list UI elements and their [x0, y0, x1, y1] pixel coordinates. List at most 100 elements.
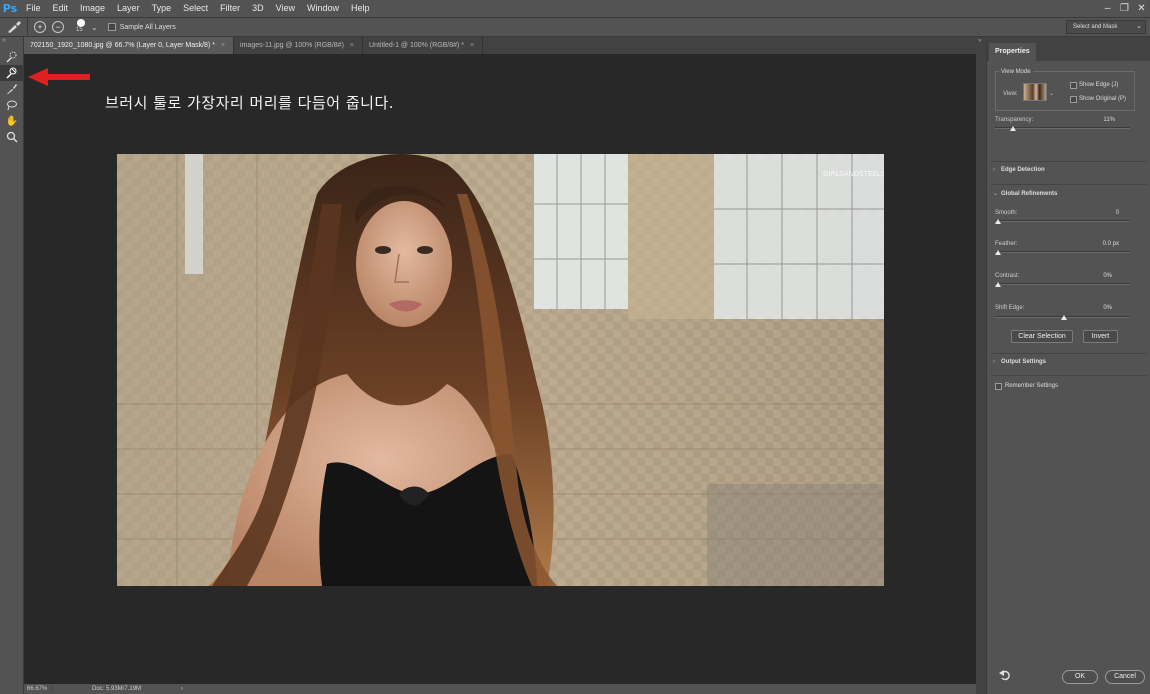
view-mode-thumbnail[interactable] [1023, 83, 1047, 101]
clear-selection-button[interactable]: Clear Selection [1011, 330, 1073, 343]
minimize-icon[interactable]: – [1099, 0, 1116, 17]
window-controls: – ❐ ✕ [1099, 0, 1150, 17]
tab-document-3[interactable]: Untitled-1 @ 100% (RGB/8#) * × [363, 37, 484, 54]
chevron-down-icon: ⌄ [1136, 23, 1142, 30]
chevron-right-icon: › [993, 359, 995, 365]
workspace-select[interactable]: Select and Mask ⌄ [1066, 20, 1146, 34]
tab-document-1[interactable]: 702150_1920_1080.jpg @ 66.7% (Layer 0, L… [24, 37, 235, 54]
collapse-panels-icon[interactable]: » [978, 38, 981, 44]
menu-view[interactable]: View [270, 0, 301, 17]
menu-file[interactable]: File [20, 0, 47, 17]
properties-header: Properties [987, 37, 1150, 61]
smooth-value[interactable]: 0 [1087, 210, 1119, 216]
document-canvas[interactable]: 브러시 툴로 가장자리 머리를 다듬어 줍니다. GIRLSANDSTEELS [24, 54, 976, 684]
cancel-button[interactable]: Cancel [1105, 670, 1145, 684]
divider [991, 353, 1147, 354]
global-refinements-section[interactable]: ⌄ Global Refinements [993, 190, 1057, 197]
close-tab-icon[interactable]: × [470, 42, 474, 49]
watermark-logo: GIRLSANDSTEELS [823, 170, 884, 178]
zoom-icon[interactable] [0, 129, 24, 145]
show-original-checkbox[interactable] [1070, 96, 1077, 103]
contrast-slider[interactable] [995, 283, 1130, 285]
shift-edge-label: Shift Edge: [995, 305, 1025, 311]
subtract-from-selection-icon[interactable]: − [52, 21, 64, 33]
tab-label: images-11.jpg @ 100% (RGB/8#) [240, 42, 344, 49]
divider [991, 161, 1147, 162]
show-edge-checkbox[interactable] [1070, 82, 1077, 89]
document-tabs: 702150_1920_1080.jpg @ 66.7% (Layer 0, L… [24, 37, 984, 54]
edge-detection-label: Edge Detection [1001, 167, 1045, 173]
view-mode-title: View Mode [999, 69, 1033, 75]
hand-icon[interactable]: ✋ [0, 113, 24, 129]
collapse-toggle-icon[interactable]: » [0, 37, 23, 49]
menu-help[interactable]: Help [345, 0, 376, 17]
chevron-right-icon: › [993, 167, 995, 173]
contrast-label: Contrast: [995, 273, 1020, 279]
close-icon[interactable]: ✕ [1133, 0, 1150, 17]
output-settings-section[interactable]: › Output Settings [993, 359, 1046, 365]
show-original-label: Show Original (P) [1079, 96, 1127, 102]
chevron-down-icon[interactable]: ⌄ [1049, 90, 1054, 97]
chevron-right-icon[interactable]: › [181, 686, 183, 692]
remember-settings-label: Remember Settings [1005, 383, 1059, 389]
shift-edge-slider-thumb[interactable] [1061, 315, 1067, 320]
menu-select[interactable]: Select [177, 0, 214, 17]
menu-image[interactable]: Image [74, 0, 111, 17]
feather-value[interactable]: 0.0 px [1087, 241, 1119, 247]
edge-detection-section[interactable]: › Edge Detection [993, 167, 1045, 173]
sample-all-layers-checkbox[interactable] [107, 23, 116, 31]
workspace-select-label: Select and Mask [1073, 24, 1118, 30]
close-tab-icon[interactable]: × [221, 42, 225, 49]
menu-window[interactable]: Window [301, 0, 345, 17]
restore-icon[interactable]: ❐ [1116, 0, 1133, 17]
quick-selection-brush-icon[interactable] [0, 49, 24, 65]
photoshop-logo-icon: Ps [2, 2, 18, 15]
photo-illustration: GIRLSANDSTEELS [117, 154, 884, 586]
invert-button[interactable]: Invert [1083, 330, 1118, 343]
status-bar: 66.67% Doc: 5.93M/7.19M › [24, 684, 984, 694]
menu-edit[interactable]: Edit [47, 0, 75, 17]
properties-panel: Properties View Mode View: ⌄ Show Edge (… [986, 37, 1150, 694]
lasso-icon[interactable] [0, 97, 24, 113]
tab-label: 702150_1920_1080.jpg @ 66.7% (Layer 0, L… [30, 42, 215, 49]
tab-document-2[interactable]: images-11.jpg @ 100% (RGB/8#) × [234, 37, 363, 54]
brush-icon[interactable] [0, 81, 24, 97]
feather-slider-thumb[interactable] [995, 250, 1001, 255]
smooth-label: Smooth: [995, 210, 1018, 216]
tool-preset-brush-icon[interactable] [0, 18, 28, 36]
refine-edge-brush-icon[interactable] [0, 65, 24, 81]
undo-icon[interactable] [999, 669, 1011, 684]
zoom-level[interactable]: 66.67% [24, 686, 52, 692]
menu-filter[interactable]: Filter [214, 0, 246, 17]
feather-label: Feather: [995, 241, 1018, 247]
divider [991, 375, 1147, 376]
options-bar: + − 15 ⌄ Sample All Layers Select and Ma… [0, 17, 1150, 37]
output-settings-label: Output Settings [1001, 359, 1046, 365]
tool-panel: » ✋ [0, 37, 24, 694]
remember-settings-checkbox[interactable] [995, 383, 1002, 390]
menu-layer[interactable]: Layer [111, 0, 146, 17]
instruction-caption: 브러시 툴로 가장자리 머리를 다듬어 줍니다. [105, 94, 395, 112]
contrast-value[interactable]: 0% [1087, 273, 1112, 279]
menu-3d[interactable]: 3D [246, 0, 270, 17]
shift-edge-value[interactable]: 0% [1087, 305, 1112, 311]
chevron-down-icon: ⌄ [993, 191, 999, 197]
smooth-slider-thumb[interactable] [995, 219, 1001, 224]
chevron-down-icon[interactable]: ⌄ [91, 23, 98, 32]
divider [991, 184, 1147, 185]
smooth-slider[interactable] [995, 220, 1130, 222]
close-tab-icon[interactable]: × [350, 42, 354, 49]
transparency-value[interactable]: 11% [1087, 117, 1115, 123]
add-to-selection-icon[interactable]: + [34, 21, 46, 33]
transparency-slider-thumb[interactable] [1010, 126, 1016, 131]
red-arrow-annotation-icon [28, 68, 90, 86]
contrast-slider-thumb[interactable] [995, 282, 1001, 287]
ok-button[interactable]: OK [1062, 670, 1098, 684]
brush-size-picker[interactable]: 15 [74, 18, 88, 36]
masked-photo[interactable]: GIRLSANDSTEELS [117, 154, 884, 586]
tab-properties[interactable]: Properties [989, 43, 1036, 61]
menu-type[interactable]: Type [146, 0, 178, 17]
feather-slider[interactable] [995, 251, 1130, 253]
global-refinements-label: Global Refinements [1001, 191, 1058, 197]
brush-size-value: 15 [76, 27, 83, 33]
